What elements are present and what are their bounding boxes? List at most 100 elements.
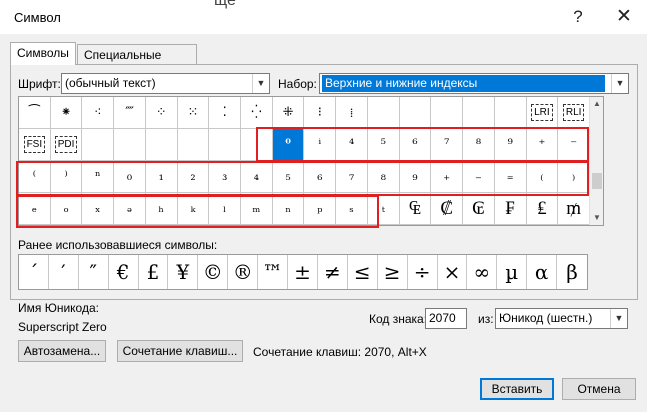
recent-symbol-cell[interactable]: ∞ (467, 255, 498, 289)
symbol-cell[interactable] (177, 129, 210, 161)
symbol-cell[interactable]: ⁻ (558, 129, 590, 161)
symbol-cell[interactable]: ⁞ (336, 97, 368, 129)
symbol-cell[interactable]: ₘ (241, 193, 273, 225)
symbol-cell[interactable] (145, 129, 178, 161)
encoding-select[interactable]: Юникод (шестн.) ▼ (495, 308, 628, 329)
symbol-cell[interactable]: ₚ (304, 193, 337, 225)
recent-symbol-cell[interactable]: € (109, 255, 139, 289)
symbol-cell[interactable]: ⁷ (431, 129, 464, 161)
symbol-cell[interactable] (494, 97, 527, 129)
symbol-cell[interactable]: ₤ (526, 193, 559, 225)
symbol-cell[interactable]: ₓ (82, 193, 115, 225)
recent-symbol-cell[interactable]: ¥ (168, 255, 199, 289)
symbol-cell[interactable]: ⁶ (399, 129, 432, 161)
symbol-cell[interactable] (367, 97, 400, 129)
recent-symbol-cell[interactable]: β (557, 255, 587, 289)
symbol-cell[interactable] (463, 97, 495, 129)
scroll-thumb[interactable] (592, 173, 602, 189)
symbol-cell[interactable]: ⁰ (272, 129, 305, 161)
symbol-cell[interactable]: ₒ (50, 193, 83, 225)
symbol-cell[interactable]: ⁖ (82, 97, 115, 129)
symbol-cell[interactable]: ₁ (145, 161, 178, 193)
scroll-up-icon[interactable]: ▲ (590, 97, 604, 111)
symbol-cell[interactable]: ₃ (209, 161, 242, 193)
shortcut-key-button[interactable]: Сочетание клавиш... (117, 340, 243, 362)
symbol-cell[interactable]: ₀ (114, 161, 146, 193)
recent-symbol-cell[interactable]: µ (497, 255, 528, 289)
symbol-cell[interactable]: ⁱ (304, 129, 337, 161)
symbol-cell[interactable] (241, 129, 273, 161)
recent-symbol-cell[interactable]: × (438, 255, 468, 289)
recent-symbol-cell[interactable]: ≥ (378, 255, 408, 289)
recent-symbol-cell[interactable]: ″ (79, 255, 109, 289)
recent-symbol-cell[interactable]: ™ (258, 255, 289, 289)
symbol-cell[interactable] (431, 97, 464, 129)
recent-symbol-cell[interactable]: ≤ (348, 255, 378, 289)
symbol-cell[interactable]: RLI (558, 97, 590, 129)
symbol-cell[interactable]: ⁾ (50, 161, 83, 193)
symbol-cell[interactable]: LRI (526, 97, 559, 129)
symbol-cell[interactable]: ⁗ (114, 97, 146, 129)
symbol-cell[interactable]: ₣ (494, 193, 527, 225)
symbol-cell[interactable]: ₊ (431, 161, 464, 193)
symbol-cell[interactable]: ₉ (399, 161, 432, 193)
recent-symbol-cell[interactable]: ® (228, 255, 259, 289)
recent-symbol-cell[interactable]: ± (288, 255, 318, 289)
symbol-cell[interactable]: ₠ (399, 193, 432, 225)
symbol-cell[interactable]: ⁸ (463, 129, 495, 161)
symbol-cell[interactable]: PDI (50, 129, 83, 161)
symbol-cell[interactable]: ₄ (241, 161, 273, 193)
insert-button[interactable]: Вставить (480, 378, 554, 400)
symbol-cell[interactable] (114, 129, 146, 161)
scroll-down-icon[interactable]: ▼ (590, 211, 604, 225)
recent-symbol-cell[interactable]: £ (139, 255, 169, 289)
help-button[interactable]: ? (566, 6, 590, 28)
symbol-cell[interactable]: ⁀ (19, 97, 51, 129)
symbol-cell[interactable]: ₙ (272, 193, 305, 225)
symbol-cell[interactable]: ⁴ (336, 129, 368, 161)
symbol-cell[interactable]: ⁚ (209, 97, 242, 129)
autocorrect-button[interactable]: Автозамена... (18, 340, 106, 362)
symbol-cell[interactable]: ₇ (336, 161, 368, 193)
symbol-cell[interactable]: ₖ (177, 193, 210, 225)
symbol-cell[interactable]: ₢ (463, 193, 495, 225)
symbol-cell[interactable]: ⁵ (367, 129, 400, 161)
symbol-cell[interactable]: FSI (19, 129, 51, 161)
symbol-cell[interactable]: ₎ (558, 161, 590, 193)
symbol-cell[interactable]: ₥ (558, 193, 590, 225)
symbol-cell[interactable]: ₡ (431, 193, 464, 225)
symbol-cell[interactable] (399, 97, 432, 129)
symbol-cell[interactable]: ⁝ (304, 97, 337, 129)
symbol-cell[interactable]: ₕ (145, 193, 178, 225)
symbol-cell[interactable]: ₍ (526, 161, 559, 193)
symbol-cell[interactable]: ₑ (19, 193, 51, 225)
symbol-cell[interactable]: ₔ (114, 193, 146, 225)
recent-symbol-cell[interactable]: α (527, 255, 558, 289)
close-button[interactable]: ✕ (612, 6, 636, 28)
grid-scrollbar[interactable]: ▲ ▼ (589, 97, 603, 225)
recent-symbol-cell[interactable]: © (198, 255, 229, 289)
recent-symbol-cell[interactable]: ≠ (318, 255, 348, 289)
symbol-cell[interactable]: ₆ (304, 161, 337, 193)
symbol-cell[interactable]: ⁜ (272, 97, 305, 129)
recent-symbol-cell[interactable]: ´ (19, 255, 49, 289)
symbol-cell[interactable]: ⁺ (526, 129, 559, 161)
symbol-cell[interactable]: ₗ (209, 193, 242, 225)
subset-select[interactable]: Верхние и нижние индексы ▼ (319, 73, 629, 94)
symbol-cell[interactable]: ₋ (463, 161, 495, 193)
symbol-cell[interactable]: ⁽ (19, 161, 51, 193)
recent-symbol-cell[interactable]: ÷ (408, 255, 438, 289)
symbol-cell[interactable] (209, 129, 242, 161)
symbol-cell[interactable]: ₈ (367, 161, 400, 193)
cancel-button[interactable]: Отмена (562, 378, 636, 400)
font-select[interactable]: (обычный текст) ▼ (61, 73, 270, 94)
recent-symbol-cell[interactable]: ′ (49, 255, 79, 289)
symbol-cell[interactable]: ⁿ (82, 161, 115, 193)
symbol-cell[interactable]: ⁛ (241, 97, 273, 129)
char-code-input[interactable]: 2070 (425, 308, 467, 329)
symbol-cell[interactable]: ⁕ (50, 97, 83, 129)
symbol-cell[interactable]: ⁘ (145, 97, 178, 129)
symbol-cell[interactable]: ₂ (177, 161, 210, 193)
symbol-cell[interactable]: ⁙ (177, 97, 210, 129)
tab-special-characters[interactable]: Специальные знаки (77, 44, 197, 82)
